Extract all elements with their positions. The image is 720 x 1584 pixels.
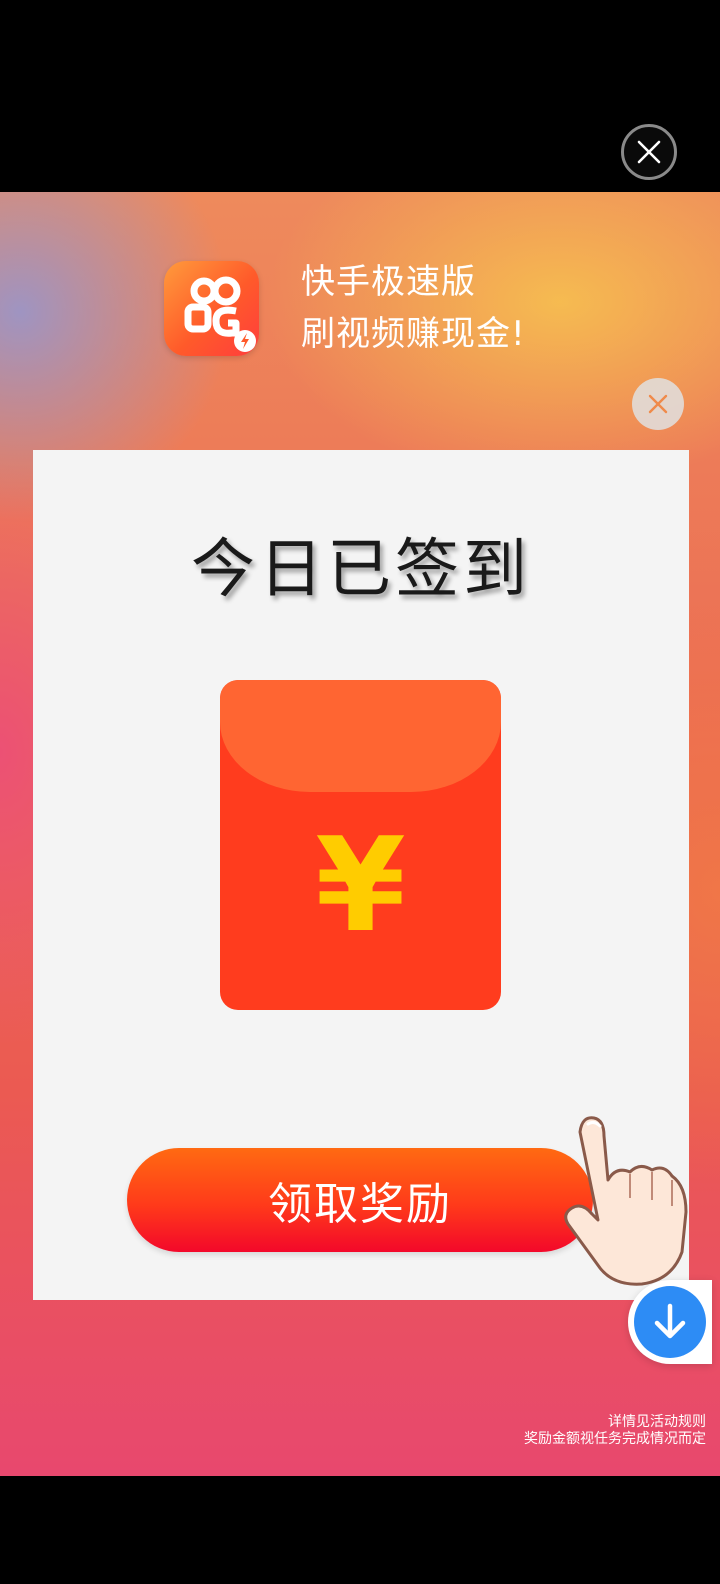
claim-reward-button[interactable]: 领取奖励 [127, 1148, 593, 1252]
close-icon [637, 140, 661, 164]
app-text: 快手极速版 刷视频赚现金! [301, 256, 526, 360]
screen: 快手极速版 刷视频赚现金! 今日已签到 ¥ 领取奖励 详情见活动规则 奖励金额视… [0, 0, 720, 1584]
ad-area: 快手极速版 刷视频赚现金! 今日已签到 ¥ 领取奖励 详情见活动规则 奖励金额视… [0, 192, 720, 1476]
red-envelope[interactable]: ¥ [220, 680, 501, 1010]
card-title: 今日已签到 [191, 533, 531, 607]
app-header: 快手极速版 刷视频赚现金! [164, 256, 526, 360]
popup-close-button[interactable] [632, 378, 684, 430]
envelope-flap [220, 680, 501, 792]
disclaimer-line-1: 详情见活动规则 [608, 1414, 706, 1430]
app-logo [164, 260, 259, 356]
close-icon [648, 394, 668, 414]
download-button[interactable] [628, 1280, 712, 1364]
disclaimer: 详情见活动规则 奖励金额视任务完成情况而定 [524, 1414, 706, 1448]
download-arrow-icon [654, 1303, 686, 1339]
kuaishou-app-logo-icon [184, 276, 256, 352]
download-circle [634, 1286, 706, 1358]
top-close-button[interactable] [621, 124, 677, 180]
hand-pointer-icon [564, 1116, 688, 1286]
app-tagline: 刷视频赚现金! [301, 314, 526, 354]
app-name: 快手极速版 [301, 262, 476, 302]
disclaimer-line-2: 奖励金额视任务完成情况而定 [524, 1431, 706, 1447]
yen-symbol: ¥ [315, 809, 406, 961]
